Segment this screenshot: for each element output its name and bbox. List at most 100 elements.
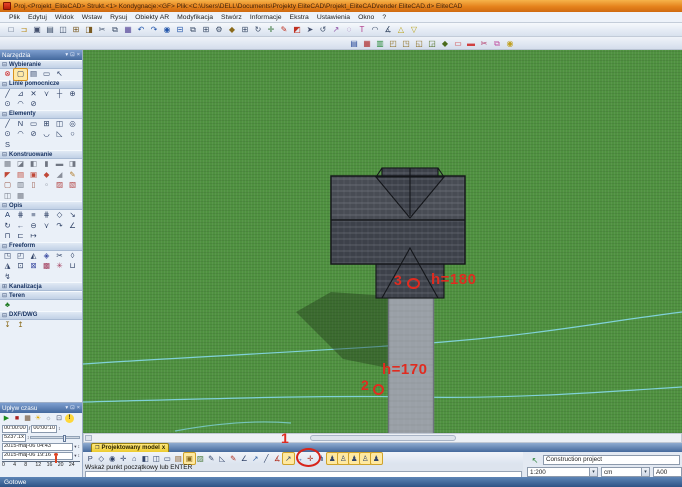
arrow-right-icon[interactable]: ↦ [27, 231, 40, 242]
polyline-arrow-icon[interactable]: ↗ [283, 453, 294, 464]
trim-icon[interactable]: ✂ [478, 38, 490, 49]
date-start-spinner[interactable]: ↕ [78, 444, 81, 450]
sketch-icon[interactable]: ✎ [66, 170, 79, 181]
scale-dropdown[interactable]: 1:200 ▾ [527, 467, 598, 477]
corner-icon[interactable]: ◨ [66, 159, 79, 170]
angle-30-icon[interactable]: ∡ [382, 24, 394, 35]
select-box-icon[interactable]: ▢ [14, 69, 27, 80]
scrollbar-left-button[interactable] [85, 435, 92, 441]
section-header-teren[interactable]: ⊟Teren [0, 291, 82, 300]
plot-icon[interactable]: ⊞ [70, 24, 82, 35]
angle-dim-icon[interactable]: ∠ [66, 221, 79, 232]
home-view-icon[interactable]: ⌂ [129, 453, 140, 464]
lamp-icon[interactable]: ☼ [44, 414, 53, 423]
arc-dim-icon[interactable]: ↷ [53, 221, 66, 232]
window-icon[interactable]: ▣ [27, 170, 40, 181]
stand-person-icon[interactable]: ♟ [349, 453, 360, 464]
tree-icon[interactable]: ♣ [1, 300, 14, 311]
dim-base-icon[interactable]: ⋕ [40, 210, 53, 221]
select-screen-icon[interactable]: ▭ [40, 69, 53, 80]
sit-person-icon[interactable]: ♙ [360, 453, 371, 464]
plan-view-icon[interactable]: P [85, 453, 96, 464]
helpline-arc-icon[interactable]: ◠ [14, 99, 27, 110]
menu-item-obiekty-ar[interactable]: Obiekty AR [131, 14, 173, 21]
prism-icon[interactable]: ◭ [27, 251, 40, 262]
leader-icon[interactable]: ↘ [66, 210, 79, 221]
menu-item-okno[interactable]: Okno [354, 14, 378, 21]
ramp-icon[interactable]: ◢ [53, 170, 66, 181]
oval-icon[interactable]: ○ [66, 129, 79, 140]
storey-list-icon[interactable]: ▤ [348, 38, 360, 49]
new-file-icon[interactable]: □ [5, 24, 17, 35]
play-icon[interactable]: ▶ [2, 414, 11, 423]
helpline-fork-icon[interactable]: ⋎ [40, 89, 53, 100]
cut-body-icon[interactable]: ✂ [53, 251, 66, 262]
grid-rect-icon[interactable]: ⊞ [40, 119, 53, 130]
rotate-icon[interactable]: ↺ [317, 24, 329, 35]
timelapse-panel-header[interactable]: Upływ czasu ▾ ⊡ × [0, 403, 82, 413]
frame-icon[interactable]: ⊡ [55, 414, 64, 423]
wall-fill-icon[interactable]: ▬ [465, 38, 477, 49]
section-header-kanalizacja[interactable]: ⊞Kanalizacja [0, 282, 82, 291]
menu-item-widok[interactable]: Widok [51, 14, 78, 21]
cone-icon[interactable]: ◮ [1, 261, 14, 272]
collapse-icon[interactable]: ⊟ [2, 312, 7, 319]
time-total-field[interactable]: 00:00:10 [31, 425, 57, 433]
timeline-ruler[interactable]: 04812162024 [2, 461, 80, 475]
paste-view-icon[interactable]: ⊞ [200, 24, 212, 35]
pan-icon[interactable]: ✛ [118, 453, 129, 464]
print-icon[interactable]: ▤ [44, 24, 56, 35]
stop-icon[interactable]: ■ [13, 414, 22, 423]
wall-red-icon[interactable]: ▤ [14, 170, 27, 181]
grid-wall-icon[interactable]: ▥ [14, 180, 27, 191]
section-b-icon[interactable]: ◆ [439, 38, 451, 49]
arc-3p-icon[interactable]: ◡ [40, 129, 53, 140]
snap-point-icon[interactable]: △ [395, 24, 407, 35]
save-icon[interactable]: ▣ [31, 24, 43, 35]
collapse-icon[interactable]: ⊟ [2, 151, 7, 158]
collapse-icon[interactable]: ⊟ [2, 111, 7, 118]
view-corner-ne-icon[interactable]: ◳ [400, 38, 412, 49]
time-spinner[interactable]: ↕ [58, 426, 61, 432]
cut-icon[interactable]: ✂ [96, 24, 108, 35]
roof-tile-icon[interactable]: ◆ [40, 170, 53, 181]
storey-add-icon[interactable]: ▦ [361, 38, 373, 49]
menu-item-edytuj[interactable]: Edytuj [24, 14, 51, 21]
arc-tool-icon[interactable]: ◠ [369, 24, 381, 35]
rectangle-icon[interactable]: ▭ [27, 119, 40, 130]
info-icon[interactable]: ! [65, 414, 74, 423]
section-header-linie-pomocnicze[interactable]: ⊟Linie pomocnicze [0, 80, 82, 89]
speed-spinner[interactable]: ↕ [27, 435, 30, 441]
refresh-icon[interactable]: ↻ [252, 24, 264, 35]
speed-field[interactable]: 5237.1x [2, 434, 26, 442]
roof-edge-icon[interactable]: ◪ [14, 159, 27, 170]
double-rect-icon[interactable]: ◫ [53, 119, 66, 130]
subtract-icon[interactable]: ⊠ [27, 261, 40, 272]
pointer-plus-icon[interactable]: ➤ [304, 24, 316, 35]
helpline-circle-center-icon[interactable]: ⊕ [66, 89, 79, 100]
mesh-icon[interactable]: ▦ [14, 191, 27, 202]
expand-icon[interactable]: ⊞ [2, 283, 7, 290]
settings-gear-icon[interactable]: ⚙ [213, 24, 225, 35]
walk-person-icon[interactable]: ♟ [327, 453, 338, 464]
push-pull-icon[interactable]: ◳ [1, 251, 14, 262]
section-header-dxf-dwg[interactable]: ⊟DXF/DWG [0, 311, 82, 320]
triangle-tool-icon[interactable]: ◺ [217, 453, 228, 464]
bend-icon[interactable]: ↯ [1, 272, 14, 283]
label-frame-icon[interactable]: ◇ [53, 210, 66, 221]
dxf-import-icon[interactable]: ↧ [1, 320, 14, 331]
extrude-icon[interactable]: ◰ [14, 251, 27, 262]
copy-icon[interactable]: ⧉ [109, 24, 121, 35]
column-icon[interactable]: ▮ [40, 159, 53, 170]
menu-item-[interactable]: ? [378, 14, 390, 21]
panel-menu-icon[interactable]: ▾ [65, 52, 68, 58]
panel-menu-icon[interactable]: ▾ [65, 405, 68, 411]
helpline-angle-icon[interactable]: ⊿ [14, 89, 27, 100]
run-person-icon[interactable]: ♙ [338, 453, 349, 464]
helpline-line-icon[interactable]: ╱ [1, 89, 14, 100]
zoom-all-icon[interactable]: ◉ [161, 24, 173, 35]
menu-item-wstaw[interactable]: Wstaw [78, 14, 106, 21]
dxf-export-icon[interactable]: ↥ [14, 320, 27, 331]
group-person-icon[interactable]: ♟ [371, 453, 382, 464]
unite-icon[interactable]: ▩ [40, 261, 53, 272]
